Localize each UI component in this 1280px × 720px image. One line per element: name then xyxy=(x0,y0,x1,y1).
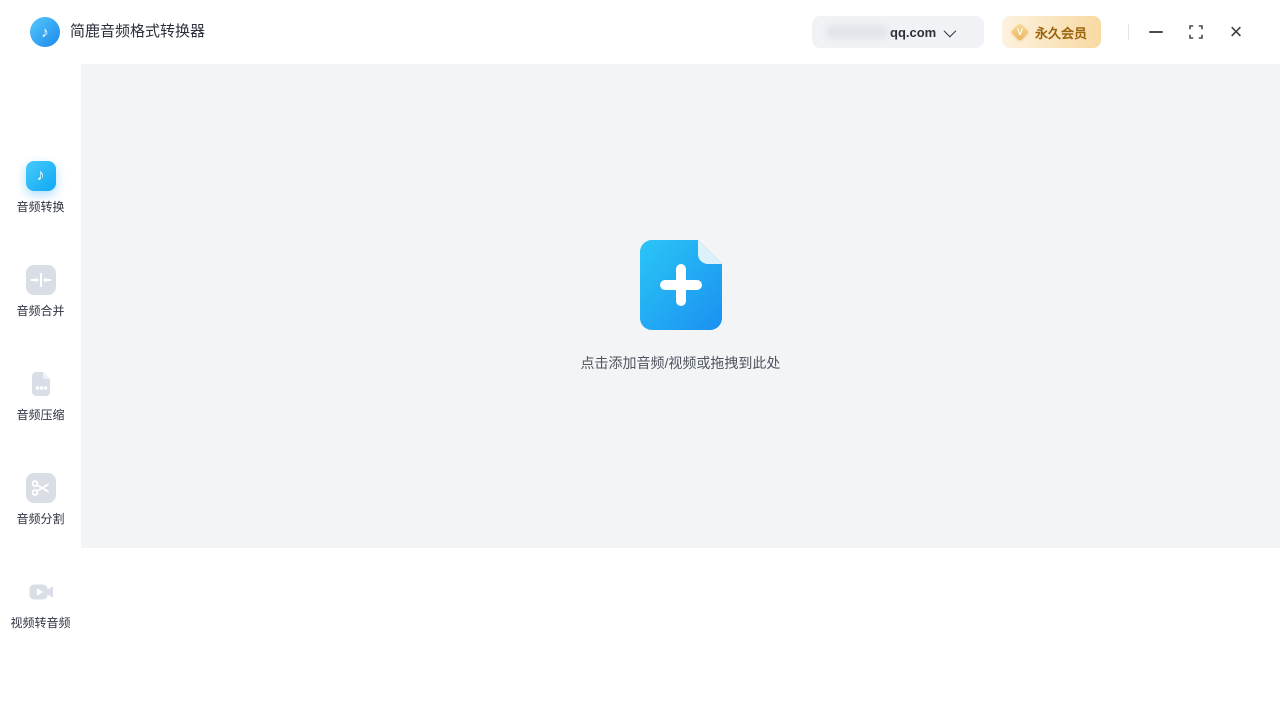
blurred-email-text xyxy=(826,25,888,39)
app-logo-icon: ♪ xyxy=(30,17,60,47)
minimize-icon xyxy=(1149,31,1163,33)
chevron-down-icon xyxy=(943,24,957,37)
merge-icon xyxy=(25,265,56,295)
sidebar-item-audio-compress[interactable]: 音频压缩 xyxy=(0,369,81,423)
vip-member-badge[interactable]: V 永久会员 xyxy=(1002,16,1102,48)
vip-gem-icon: V xyxy=(1008,20,1032,44)
compress-file-icon xyxy=(31,372,50,396)
dropzone[interactable]: 点击添加音频/视频或拖拽到此处 xyxy=(81,64,1280,548)
close-button[interactable]: × xyxy=(1222,18,1250,46)
sidebar-item-video-to-audio[interactable]: 视频转音频 xyxy=(0,577,81,631)
maximize-button[interactable] xyxy=(1182,18,1210,46)
title-bar: ♪ 简鹿音频格式转换器 qq.com V 永久会员 × xyxy=(0,0,1280,64)
header-divider xyxy=(1128,24,1129,40)
music-note-icon: ♪ xyxy=(25,161,56,191)
sidebar-item-audio-split[interactable]: 音频分割 xyxy=(0,473,81,527)
sidebar-item-label: 视频转音频 xyxy=(10,616,71,630)
sidebar-item-label: 音频合并 xyxy=(16,304,65,318)
sidebar-item-audio-merge[interactable]: 音频合并 xyxy=(0,265,81,319)
close-icon: × xyxy=(1229,19,1243,44)
settings-panel: 添加文件 添加文件夹 删除选中 格式 AMR 采样率 与源音频一致 音量 xyxy=(0,548,1280,720)
account-dropdown[interactable]: qq.com xyxy=(812,16,984,48)
file-plus-icon xyxy=(639,240,722,330)
minimize-button[interactable] xyxy=(1142,18,1170,46)
scissors-icon xyxy=(25,473,56,503)
app-title: 简鹿音频格式转换器 xyxy=(70,23,206,40)
sidebar: ♪ 音频转换 音频合并 音频压缩 音频分割 视频转音频 xyxy=(0,64,81,720)
video-camera-icon xyxy=(29,584,53,600)
maximize-icon xyxy=(1189,25,1203,39)
sidebar-item-label: 音频转换 xyxy=(16,200,65,214)
account-email-label: qq.com xyxy=(890,24,937,40)
sidebar-item-audio-convert[interactable]: ♪ 音频转换 xyxy=(0,161,81,215)
dropzone-caption: 点击添加音频/视频或拖拽到此处 xyxy=(580,355,781,371)
file-list-area: 点击添加音频/视频或拖拽到此处 xyxy=(81,64,1280,548)
vip-member-label: 永久会员 xyxy=(1035,25,1088,41)
sidebar-item-label: 音频分割 xyxy=(16,512,65,526)
sidebar-item-label: 音频压缩 xyxy=(16,408,65,422)
